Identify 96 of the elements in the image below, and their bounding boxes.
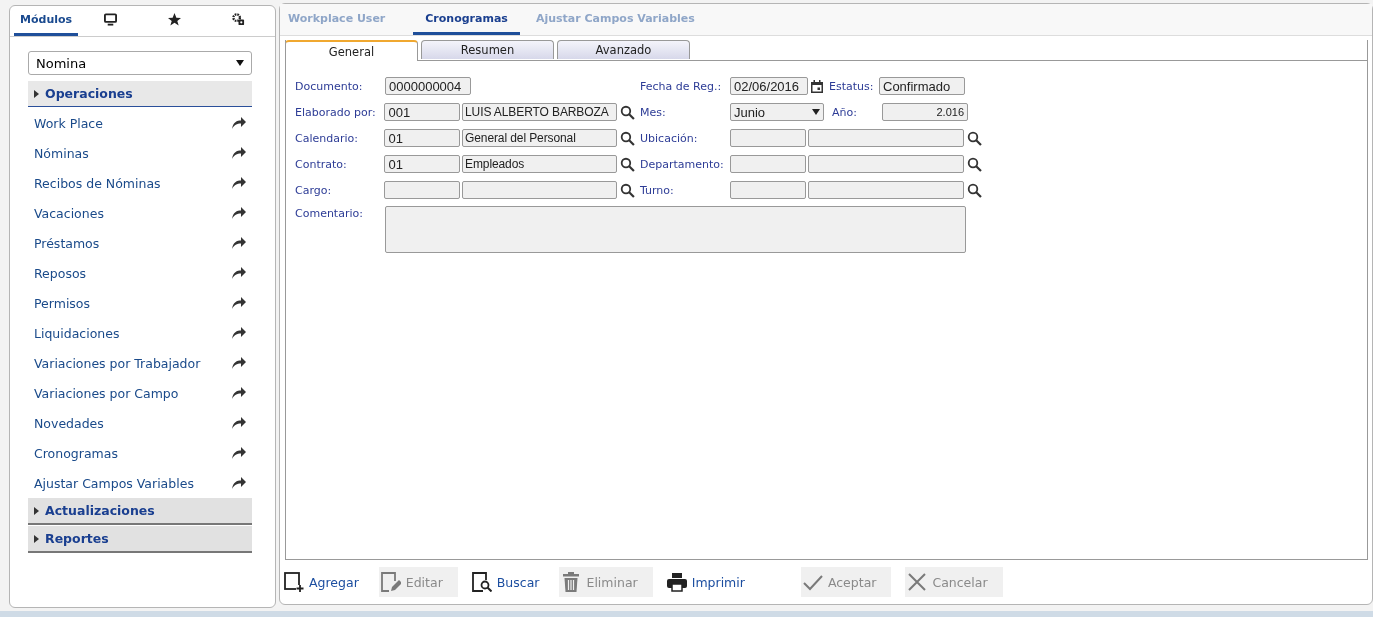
curved-arrow-icon (232, 477, 246, 489)
field-label: Calendario: (295, 131, 359, 145)
field-label: Estatus: (829, 79, 875, 93)
input-field[interactable]: Confirmado (879, 77, 965, 95)
sidebar-link[interactable]: Nóminas (34, 145, 89, 161)
input-field[interactable]: General del Personal (462, 129, 618, 147)
tab[interactable]: Avanzado (557, 40, 690, 59)
input-field[interactable]: 01 (384, 129, 460, 147)
search-icon[interactable] (967, 156, 982, 172)
dropdown-caret-icon (812, 109, 820, 115)
field-label: Mes: (640, 105, 667, 119)
sidebar-link[interactable]: Variaciones por Trabajador (34, 355, 201, 371)
search-icon[interactable] (620, 182, 635, 198)
curved-arrow-icon (232, 267, 246, 279)
input-field[interactable]: LUIS ALBERTO BARBOZA (462, 103, 618, 121)
input-field[interactable]: 0000000004 (385, 77, 471, 95)
add-icon (284, 572, 304, 592)
field-label: Ubicación: (640, 131, 699, 145)
sidebar-link[interactable]: Variaciones por Campo (34, 385, 179, 401)
close-icon (907, 572, 928, 592)
curved-arrow-icon (232, 297, 246, 309)
curved-arrow-icon (232, 147, 246, 159)
input-field[interactable]: Empleados (462, 155, 618, 173)
comment-field[interactable] (385, 206, 966, 253)
search-icon[interactable] (967, 130, 982, 146)
section-title: Operaciones (45, 86, 133, 101)
sidebar-link[interactable]: Recibos de Nóminas (34, 175, 161, 191)
sidebar-tab[interactable]: Módulos (14, 6, 79, 36)
field-label: Departamento: (640, 157, 725, 171)
section-title: Reportes (45, 531, 109, 546)
input-field[interactable] (730, 129, 806, 147)
curved-arrow-icon (232, 387, 246, 399)
module-dropdown[interactable]: Nomina (28, 51, 252, 75)
field-label: Documento: (295, 79, 364, 93)
input-field[interactable]: 001 (384, 103, 460, 121)
input-field[interactable] (384, 181, 460, 199)
input-field[interactable]: 01 (384, 155, 460, 173)
search-icon[interactable] (620, 156, 635, 172)
field-label: Año: (832, 105, 858, 119)
sidebar-link[interactable]: Reposos (34, 265, 87, 281)
trash-icon (561, 572, 582, 592)
section-header[interactable]: Actualizaciones (28, 498, 252, 525)
curved-arrow-icon (232, 177, 246, 189)
search-icon[interactable] (620, 104, 635, 120)
section-title: Actualizaciones (45, 503, 155, 518)
curved-arrow-icon (232, 417, 246, 429)
caret-icon (34, 534, 39, 543)
printer-icon (666, 572, 687, 592)
curved-arrow-icon (232, 237, 246, 249)
sidebar-link[interactable]: Cronogramas (34, 445, 118, 461)
input-field[interactable]: 2.016 (882, 103, 968, 121)
sidebar-link[interactable]: Préstamos (34, 235, 100, 251)
curved-arrow-icon (232, 117, 246, 129)
input-field[interactable] (808, 155, 964, 173)
search-icon[interactable] (967, 182, 982, 198)
input-field[interactable] (730, 181, 806, 199)
curved-arrow-icon (232, 447, 246, 459)
gears-icon (232, 13, 246, 26)
field-label: Elaborado por: (295, 105, 377, 119)
tab[interactable]: Resumen (421, 40, 554, 59)
sidebar-link[interactable]: Vacaciones (34, 205, 104, 221)
caret-icon (34, 89, 39, 98)
section-header[interactable]: Operaciones (28, 81, 252, 107)
input-field[interactable] (462, 181, 618, 199)
month-dropdown[interactable]: Junio (730, 103, 824, 121)
toolbar-button[interactable]: Buscar (471, 567, 546, 597)
field-label: Cargo: (295, 183, 333, 197)
input-field[interactable] (808, 181, 964, 199)
dropdown-caret-icon (236, 60, 244, 66)
field-label: Fecha de Reg.: (640, 79, 723, 93)
field-label: Contrato: (295, 157, 348, 171)
sidebar-link[interactable]: Work Place (34, 115, 103, 131)
toolbar-button[interactable]: Imprimir (666, 567, 751, 597)
sidebar-link[interactable]: Permisos (34, 295, 91, 311)
sidebar-link[interactable]: Ajustar Campos Variables (34, 475, 194, 491)
sidebar-link[interactable]: Liquidaciones (34, 325, 120, 341)
curved-arrow-icon (232, 207, 246, 219)
toolbar-button[interactable]: Agregar (284, 567, 365, 597)
curved-arrow-icon (232, 327, 246, 339)
calendar-icon[interactable] (811, 79, 823, 93)
input-field[interactable] (730, 155, 806, 173)
monitor-icon (103, 13, 117, 26)
section-header[interactable]: Reportes (28, 526, 252, 553)
tab[interactable]: Cronogramas (413, 4, 520, 35)
sidebar-link[interactable]: Novedades (34, 415, 104, 431)
search-icon (471, 572, 492, 592)
input-field[interactable]: 02/06/2016 (730, 77, 808, 95)
tab[interactable]: General (285, 40, 418, 61)
field-label: Turno: (640, 183, 675, 197)
search-icon[interactable] (620, 130, 635, 146)
curved-arrow-icon (232, 357, 246, 369)
field-label: Comentario: (295, 206, 364, 220)
star-icon (168, 13, 182, 26)
input-field[interactable] (808, 129, 964, 147)
edit-icon (380, 572, 401, 592)
caret-icon (34, 506, 39, 515)
